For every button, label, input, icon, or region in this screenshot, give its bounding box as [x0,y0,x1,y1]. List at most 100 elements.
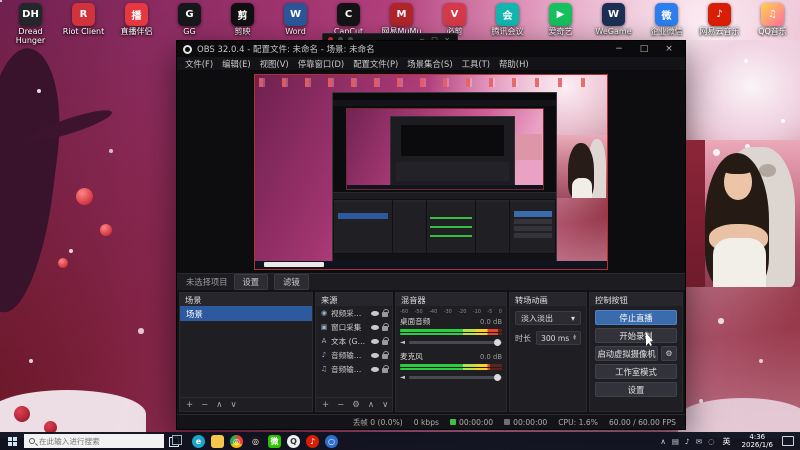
scenes-list[interactable]: 场景 [180,306,312,397]
sources-toolbar-button[interactable]: ∨ [382,400,388,410]
sources-list[interactable]: ◉ 视频采集设备 ▣ 窗口采集 A 文本 (GDI+) [316,306,392,397]
scenes-toolbar-button[interactable]: + [186,400,193,410]
start-button[interactable] [0,432,24,450]
visibility-eye-icon[interactable] [371,324,379,330]
tray-icon[interactable]: ▤ [672,437,679,446]
source-item[interactable]: ▣ 窗口采集 [316,320,392,334]
taskbar: e ◎ ◎ 微 Q ♪ ○ ∧ ▤ ♪ ✉ ◌ 英 [0,432,800,450]
taskbar-clock[interactable]: 4:36 2026/1/6 [739,433,776,450]
taskbar-app-icon[interactable]: ◎ [230,434,243,448]
control-button[interactable]: 启动虚拟摄像机 [595,346,658,361]
volume-slider[interactable] [409,338,502,346]
taskbar-app-icon[interactable]: Q [287,434,300,448]
source-type-icon: ♪ [321,351,327,359]
volume-slider-thumb[interactable] [494,338,501,346]
lock-icon[interactable] [382,322,389,331]
scenes-toolbar-button[interactable]: ∧ [216,400,222,410]
taskbar-app-glyph: ◎ [233,436,240,446]
taskbar-app-icon[interactable]: ◎ [249,434,262,448]
obs-status-bar: 丢帧 0 (0.0%) 0 kbps 00:00:00 00:00:00 CPU… [177,414,685,429]
lock-icon[interactable] [382,336,389,345]
source-type-icon: ♫ [320,365,328,373]
tray-icon[interactable]: ♪ [685,437,690,446]
speaker-icon[interactable]: ◄ [400,338,405,346]
tray-icon[interactable]: ✉ [696,437,702,446]
minimize-button[interactable]: − [609,44,629,54]
sources-toolbar-button[interactable]: + [322,400,329,410]
menu-item[interactable]: 视图(V) [260,58,289,70]
taskbar-app-icon[interactable]: 微 [268,434,281,448]
tray-icon[interactable]: ◌ [708,437,715,446]
source-item[interactable]: ♪ 音频输出采集 [316,348,392,362]
control-button-row: 开始录制 [595,328,677,343]
spinner-arrows-icon[interactable]: ▴ ▾ [573,333,576,342]
taskbar-app-icon[interactable] [211,434,224,448]
visibility-eye-icon[interactable] [371,338,379,344]
desktop-icon-label: QQ音乐 [758,27,787,36]
close-button[interactable]: × [659,44,679,54]
menu-item[interactable]: 帮助(H) [499,58,529,70]
menu-item[interactable]: 工具(T) [462,58,490,70]
controls-dock-title[interactable]: 控制按钮 [590,293,682,306]
desktop-icon-label: 剪映 [234,27,251,36]
tray-icon[interactable]: ∧ [660,437,666,446]
action-center-icon[interactable] [782,436,794,446]
speaker-icon[interactable]: ◄ [400,373,405,381]
taskbar-search[interactable] [24,434,164,448]
preview-display-capture[interactable] [254,74,608,270]
control-button[interactable]: 设置 [595,382,677,397]
mini-scenes-dock [334,199,392,254]
task-view-button[interactable] [164,432,184,450]
source-item[interactable]: ♫ 音频输入采集 [316,362,392,376]
menu-item[interactable]: 停靠窗口(D) [298,58,344,70]
transition-select[interactable]: 淡入淡出 ▾ [515,311,581,325]
obs-titlebar[interactable]: OBS 32.0.4 - 配置文件: 未命名 - 场景: 未命名 − □ × [177,41,685,57]
sources-toolbar-button[interactable]: ∧ [368,400,374,410]
control-button[interactable]: 开始录制 [595,328,677,343]
source-item[interactable]: A 文本 (GDI+) [316,334,392,348]
sources-toolbar-button[interactable]: − [337,400,344,410]
lock-icon[interactable] [382,364,389,373]
taskbar-app-icon[interactable]: e [192,434,205,448]
visibility-eye-icon[interactable] [371,352,379,358]
input-language-indicator[interactable]: 英 [721,436,733,447]
transitions-dock-title[interactable]: 转场动画 [510,293,586,306]
visibility-eye-icon[interactable] [371,366,379,372]
menu-item[interactable]: 编辑(E) [222,58,251,70]
scenes-toolbar-button[interactable]: ∨ [230,400,236,410]
search-input[interactable] [39,436,149,446]
source-item[interactable]: ◉ 视频采集设备 [316,306,392,320]
context-settings-button[interactable]: 设置 [233,274,269,290]
volume-slider[interactable] [409,373,502,381]
desktop-icon[interactable]: 播 直播伴侣 [110,3,163,46]
mini-obs-window [332,91,557,262]
scene-item[interactable]: 场景 [180,306,312,321]
context-filters-button[interactable]: 滤镜 [274,274,309,290]
virtualcam-config-button[interactable]: ⚙ [661,346,677,361]
transition-duration-input[interactable]: 300 ms ▴ ▾ [536,331,581,345]
obs-preview-area[interactable] [177,71,685,273]
sources-toolbar-button[interactable]: ⚙ [352,400,360,410]
menu-item[interactable]: 文件(F) [185,58,213,70]
desktop-icon-label: 腾讯会议 [491,27,524,36]
menu-item[interactable]: 配置文件(P) [353,58,398,70]
lock-icon[interactable] [382,308,389,317]
sources-dock-title[interactable]: 来源 [316,293,392,306]
lock-icon[interactable] [382,350,389,359]
taskbar-app-icon[interactable]: ♪ [306,434,319,448]
scenes-dock-title[interactable]: 场景 [180,293,312,306]
desktop-icon-label: Riot Client [62,27,105,36]
control-button[interactable]: 停止直播 [595,310,677,325]
desktop-icon[interactable]: R Riot Client [57,3,110,46]
menu-item[interactable]: 场景集合(S) [407,58,452,70]
scenes-toolbar-button[interactable]: − [201,400,208,410]
mixer-dock-title[interactable]: 混音器 [396,293,506,306]
taskbar-app-icon[interactable]: ○ [325,434,338,448]
desktop-icon[interactable]: DH Dread Hunger [4,3,57,46]
visibility-eye-icon[interactable] [371,310,379,316]
control-button[interactable]: 工作室模式 [595,364,677,379]
desktop-icon[interactable]: ♪ 网易云音乐 [693,3,746,46]
volume-slider-thumb[interactable] [494,373,501,381]
desktop-icon[interactable]: ♫ QQ音乐 [746,3,799,46]
maximize-button[interactable]: □ [634,44,654,54]
